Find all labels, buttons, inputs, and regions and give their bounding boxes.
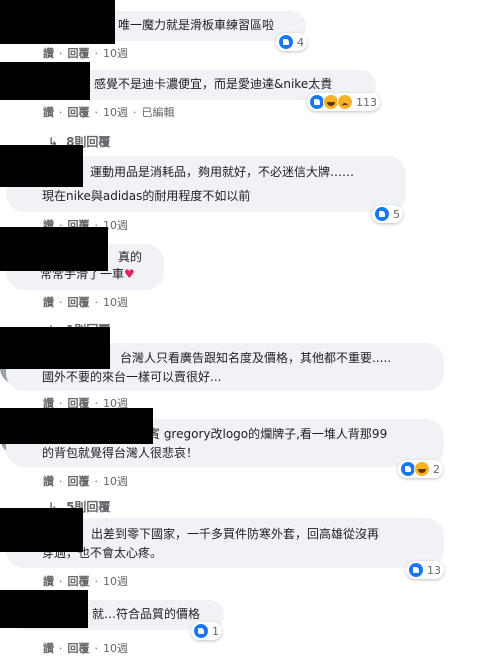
redacted-name	[0, 62, 90, 100]
reply-button[interactable]: 回覆	[68, 475, 90, 488]
comment-text: 運動用品是消耗品，夠用就好，不必迷信大牌……	[90, 165, 355, 179]
redacted-name	[0, 508, 83, 552]
haha-reaction-icon	[414, 461, 430, 477]
redacted-name	[0, 327, 110, 369]
reaction-summary[interactable]: 4	[276, 33, 307, 51]
comment-actions: 讚 · 回覆 · 10週	[43, 575, 128, 588]
like-button[interactable]: 讚	[43, 475, 54, 488]
comment-text: 就…符合品質的價格	[92, 607, 201, 621]
reply-button[interactable]: 回覆	[68, 642, 90, 655]
comment-actions: 讚 · 回覆 · 10週	[43, 642, 128, 655]
comment-text: 真的	[118, 250, 143, 264]
comment-text: 台灣人只看廣告跟知名度及價格，其他都不重要.....	[120, 351, 392, 365]
timestamp[interactable]: 10週	[103, 47, 128, 60]
reaction-count: 4	[297, 35, 304, 49]
reaction-count: 5	[393, 207, 400, 221]
reaction-summary[interactable]: 113	[307, 93, 380, 111]
timestamp[interactable]: 10週	[103, 475, 128, 488]
redacted-name	[0, 0, 115, 44]
comment-text: 唯一魔力就是滑板車練習區啦	[118, 18, 275, 32]
reaction-summary[interactable]: 5	[372, 205, 403, 223]
reaction-count: 113	[356, 95, 377, 109]
redacted-name	[0, 227, 108, 271]
like-button[interactable]: 讚	[43, 296, 54, 309]
timestamp[interactable]: 10週	[103, 642, 128, 655]
like-button[interactable]: 讚	[43, 642, 54, 655]
comment-text: 感覺不是迪卡濃便宜，而是愛迪達&nike太貴	[94, 77, 333, 91]
like-reaction-icon	[193, 623, 209, 639]
like-button[interactable]: 讚	[43, 106, 54, 119]
like-button[interactable]: 讚	[43, 575, 54, 588]
comment-text: 現在nike與adidas的耐用程度不如以前	[42, 189, 251, 203]
comment-text: 出差到零下國家，一千多買件防寒外套，回高雄從沒再	[91, 527, 380, 541]
comment-actions: 讚 · 回覆 · 10週 · 已編輯	[43, 106, 175, 119]
heart-emoji-icon: ♥	[124, 267, 135, 281]
like-reaction-icon	[408, 562, 424, 578]
comment-actions: 讚 · 回覆 · 10週	[43, 47, 128, 60]
comment-actions: 讚 · 回覆 · 10週	[43, 475, 128, 488]
like-reaction-icon	[278, 34, 294, 50]
sad-reaction-icon	[337, 94, 353, 110]
reply-button[interactable]: 回覆	[68, 296, 90, 309]
reply-button[interactable]: 回覆	[68, 575, 90, 588]
timestamp[interactable]: 10週	[103, 296, 128, 309]
reply-button[interactable]: 回覆	[68, 47, 90, 60]
comment-text: 的背包就覺得台灣人很悲哀！	[42, 446, 199, 460]
reaction-count: 13	[427, 563, 441, 577]
like-button[interactable]: 讚	[43, 47, 54, 60]
comment-text: 賓 gregory改logo的爛牌子,看一堆人背那99	[148, 427, 388, 441]
timestamp[interactable]: 10週	[103, 106, 128, 119]
reaction-summary[interactable]: 13	[406, 561, 444, 579]
reaction-count: 2	[433, 462, 440, 476]
like-reaction-icon	[374, 206, 390, 222]
timestamp[interactable]: 10週	[103, 575, 128, 588]
reaction-summary[interactable]: 1	[191, 622, 222, 640]
redacted-name	[0, 145, 83, 187]
reply-button[interactable]: 回覆	[68, 106, 90, 119]
edited-label: 已編輯	[141, 106, 175, 119]
reaction-count: 1	[212, 624, 219, 638]
redacted-name	[0, 590, 88, 628]
reaction-summary[interactable]: 2	[398, 460, 443, 478]
comment-text: 國外不要的來台一樣可以賣很好...	[42, 370, 222, 384]
redacted-name	[0, 408, 153, 444]
comment-actions: 讚 · 回覆 · 10週	[43, 296, 128, 309]
